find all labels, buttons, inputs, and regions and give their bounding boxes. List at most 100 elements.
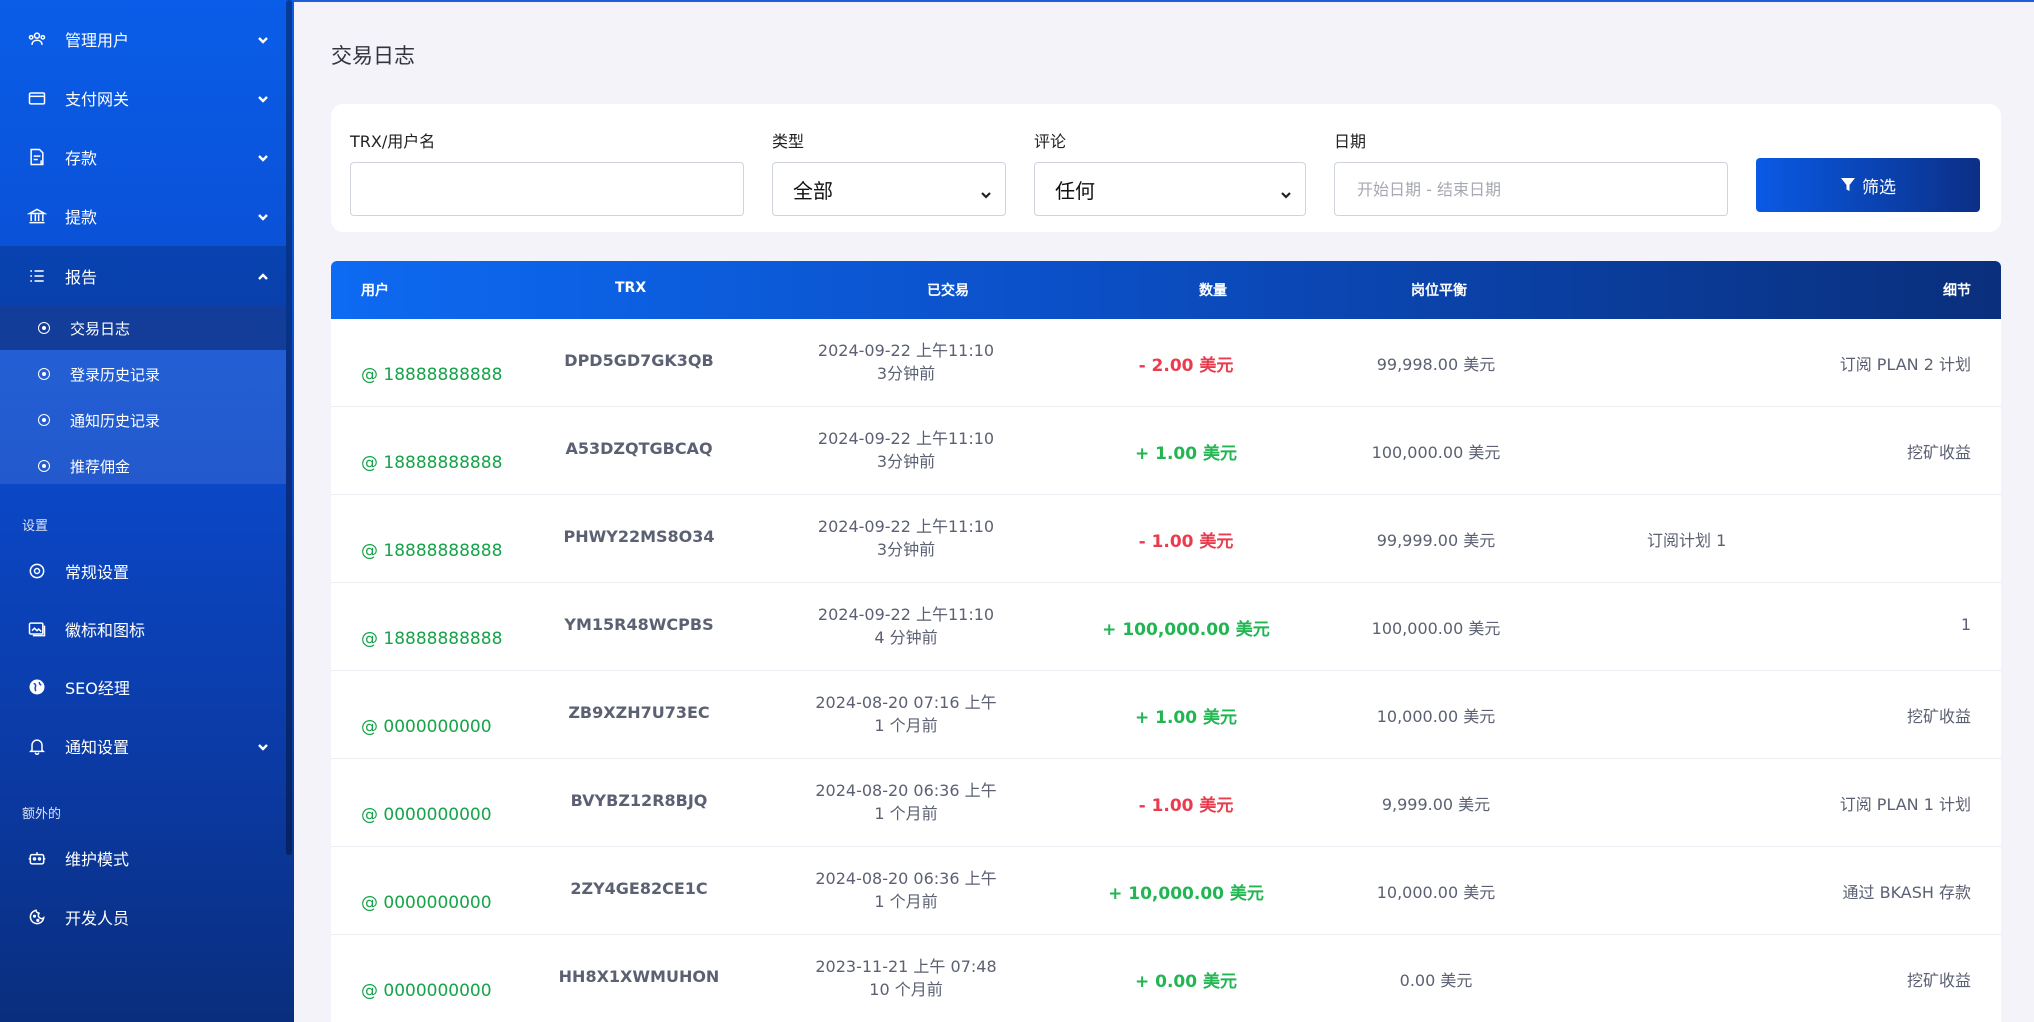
date-filter-group: 日期 [1334,128,1728,216]
sidebar-item-label: 徽标和图标 [65,621,146,640]
cell-transacted: 2023-11-21 上午 07:48 10 个月前 [771,955,1041,1001]
filter-button-label: 筛选 [1862,177,1896,198]
cell-user[interactable]: @ 0000000000 [361,893,492,913]
cell-ago: 1 个月前 [874,716,938,735]
sidebar-item-logo-icon[interactable]: 徽标和图标 [0,600,286,658]
cell-transacted: 2024-09-22 上午11:10 3分钟前 [771,427,1041,473]
cell-transacted: 2024-08-20 07:16 上午 1 个月前 [771,691,1041,737]
cell-user[interactable]: @ 18888888888 [361,453,502,473]
sidebar: 管理用户 支付网关 存款 提款 报告 交易日志 登录历史记录 通知历史记录 推荐… [0,0,294,1022]
cell-date: 2024-08-20 06:36 上午 [815,869,997,888]
cell-detail: 订阅计划 1 [1647,531,1727,550]
cell-detail: 订阅 PLAN 2 计划 [1839,355,1971,374]
sidebar-item-deposit[interactable]: 存款 [0,128,286,186]
sidebar-subitem-label: 交易日志 [70,319,131,338]
chevron-down-icon [256,91,270,105]
cell-transacted: 2024-08-20 06:36 上午 1 个月前 [771,779,1041,825]
cell-ago: 3分钟前 [876,364,936,383]
sidebar-item-seo-manager[interactable]: SEO经理 [0,658,286,716]
cell-ago: 3分钟前 [876,540,936,559]
cell-ago: 3分钟前 [876,452,936,471]
cell-post-balance: 100,000.00 美元 [1371,619,1501,638]
cell-ago: 10 个月前 [869,980,943,999]
cell-trx: A53DZQTGBCAQ [565,439,713,458]
chevron-down-icon [256,209,270,223]
sidebar-item-label: 支付网关 [65,90,130,109]
cell-user[interactable]: @ 18888888888 [361,629,502,649]
remark-select-value: 任何 [1055,178,1095,203]
cell-post-balance: 9,999.00 美元 [1381,795,1491,814]
cell-user[interactable]: @ 0000000000 [361,805,492,825]
table-row: @ 18888888888 PHWY22MS8O34 2024-09-22 上午11… [331,495,2001,583]
cell-amount: + 1.00 美元 [1134,444,1238,464]
cell-date: 2024-09-22 上午11:10 [817,429,995,448]
circle-dot-icon [38,322,50,334]
table-row: @ 0000000000 HH8X1XWMUHON 2023-11-21 上午 07… [331,935,2001,1022]
sidebar-item-notification-settings[interactable]: 通知设置 [0,717,286,775]
filter-button[interactable]: 筛选 [1756,158,1980,212]
cell-date: 2024-09-22 上午11:10 [817,517,995,536]
cell-user[interactable]: @ 0000000000 [361,981,492,1001]
cell-date: 2023-11-21 上午 07:48 [815,957,997,976]
sidebar-scrollbar[interactable] [286,0,292,855]
sidebar-section-settings: 设置 [22,519,49,534]
cell-amount: + 1.00 美元 [1134,708,1238,728]
sidebar-subitem-transaction-log[interactable]: 交易日志 [0,306,286,350]
sidebar-item-label: 报告 [65,268,98,287]
chevron-down-icon [979,183,993,199]
circle-dot-icon [38,460,50,472]
cell-detail: 订阅 PLAN 1 计划 [1839,795,1971,814]
trx-filter-group: TRX/用户名 [350,128,744,216]
transactions-table: 用户 TRX 已交易 数量 岗位平衡 细节 @ 18888888888 DPD5G… [331,261,2001,1022]
cell-trx: 2ZY4GE82CE1C [570,879,708,898]
cell-user[interactable]: @ 18888888888 [361,541,502,561]
cell-ago: 4 分钟前 [874,628,938,647]
bank-icon [26,205,48,227]
cell-date: 2024-09-22 上午11:10 [817,341,995,360]
sidebar-item-general-settings[interactable]: 常规设置 [0,542,286,600]
trx-username-input[interactable] [350,162,744,216]
sidebar-item-manage-users[interactable]: 管理用户 [0,10,286,68]
image-icon [26,618,48,640]
remark-select[interactable]: 任何 [1034,162,1306,216]
type-select[interactable]: 全部 [772,162,1006,216]
filter-icon [1841,178,1855,191]
sidebar-item-withdraw[interactable]: 提款 [0,187,286,245]
cell-transacted: 2024-09-22 上午11:10 3分钟前 [771,515,1041,561]
sidebar-subitem-label: 推荐佣金 [70,457,131,476]
cell-trx: HH8X1XWMUHON [558,967,720,986]
table-row: @ 18888888888 A53DZQTGBCAQ 2024-09-22 上午11… [331,407,2001,495]
sidebar-subitem-login-history[interactable]: 登录历史记录 [0,352,286,396]
sidebar-subitem-notification-history[interactable]: 通知历史记录 [0,398,286,442]
cell-user[interactable]: @ 0000000000 [361,717,492,737]
top-border [294,0,2034,2]
sidebar-subitem-referral-commission[interactable]: 推荐佣金 [0,444,286,488]
type-filter-group: 类型 全部 [772,128,1006,216]
cell-amount: + 0.00 美元 [1134,972,1238,992]
cell-user[interactable]: @ 18888888888 [361,365,502,385]
sidebar-item-maintenance-mode[interactable]: 维护模式 [0,829,286,887]
cell-transacted: 2024-08-20 06:36 上午 1 个月前 [771,867,1041,913]
sidebar-item-developer[interactable]: 开发人员 [0,888,286,946]
date-range-input[interactable] [1334,162,1728,216]
page-title: 交易日志 [331,44,415,68]
cell-trx: ZB9XZH7U73EC [568,703,710,722]
chevron-down-icon [256,150,270,164]
sidebar-item-label: 管理用户 [65,31,130,50]
sidebar-item-payment-gateway[interactable]: 支付网关 [0,69,286,127]
sidebar-item-report[interactable]: 报告 [0,246,286,306]
credit-card-icon [26,87,48,109]
header-transacted: 已交易 [927,283,969,299]
chevron-up-icon [256,269,270,283]
trx-filter-label: TRX/用户名 [350,132,436,151]
header-trx: TRX [615,280,647,296]
cell-trx: PHWY22MS8O34 [563,527,715,546]
cell-detail: 通过 BKASH 存款 [1842,883,1972,902]
sidebar-subitem-label: 通知历史记录 [70,411,161,430]
cell-trx: YM15R48WCPBS [564,615,714,634]
cell-date: 2024-09-22 上午11:10 [817,605,995,624]
type-select-value: 全部 [793,178,833,203]
remark-filter-label: 评论 [1034,132,1067,151]
cell-detail: 挖矿收益 [1906,443,1971,462]
cell-post-balance: 0.00 美元 [1399,971,1473,990]
